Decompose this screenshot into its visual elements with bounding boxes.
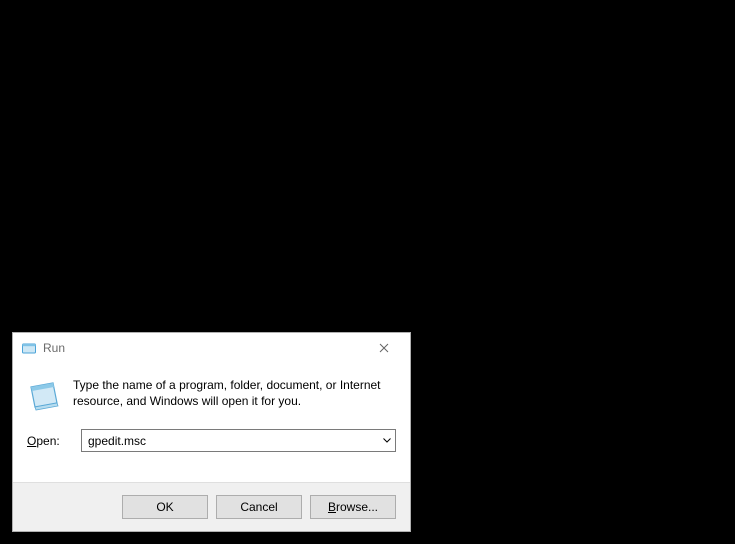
- open-input[interactable]: [82, 430, 378, 451]
- dialog-top-row: Type the name of a program, folder, docu…: [27, 377, 396, 413]
- open-combobox[interactable]: [81, 429, 396, 452]
- run-dialog: Run Type the name of a program, folder, …: [12, 332, 411, 532]
- dialog-body: Type the name of a program, folder, docu…: [13, 363, 410, 482]
- close-button[interactable]: [364, 334, 404, 362]
- open-row: Open:: [27, 429, 396, 452]
- cancel-button[interactable]: Cancel: [216, 495, 302, 519]
- dialog-description: Type the name of a program, folder, docu…: [73, 377, 396, 409]
- browse-button[interactable]: Browse...: [310, 495, 396, 519]
- dialog-title: Run: [43, 341, 364, 355]
- run-large-icon: [27, 379, 61, 413]
- run-title-icon: [21, 340, 37, 356]
- dialog-footer: OK Cancel Browse...: [13, 482, 410, 531]
- dropdown-button[interactable]: [378, 430, 395, 451]
- open-label: Open:: [27, 434, 71, 448]
- titlebar: Run: [13, 333, 410, 363]
- ok-button[interactable]: OK: [122, 495, 208, 519]
